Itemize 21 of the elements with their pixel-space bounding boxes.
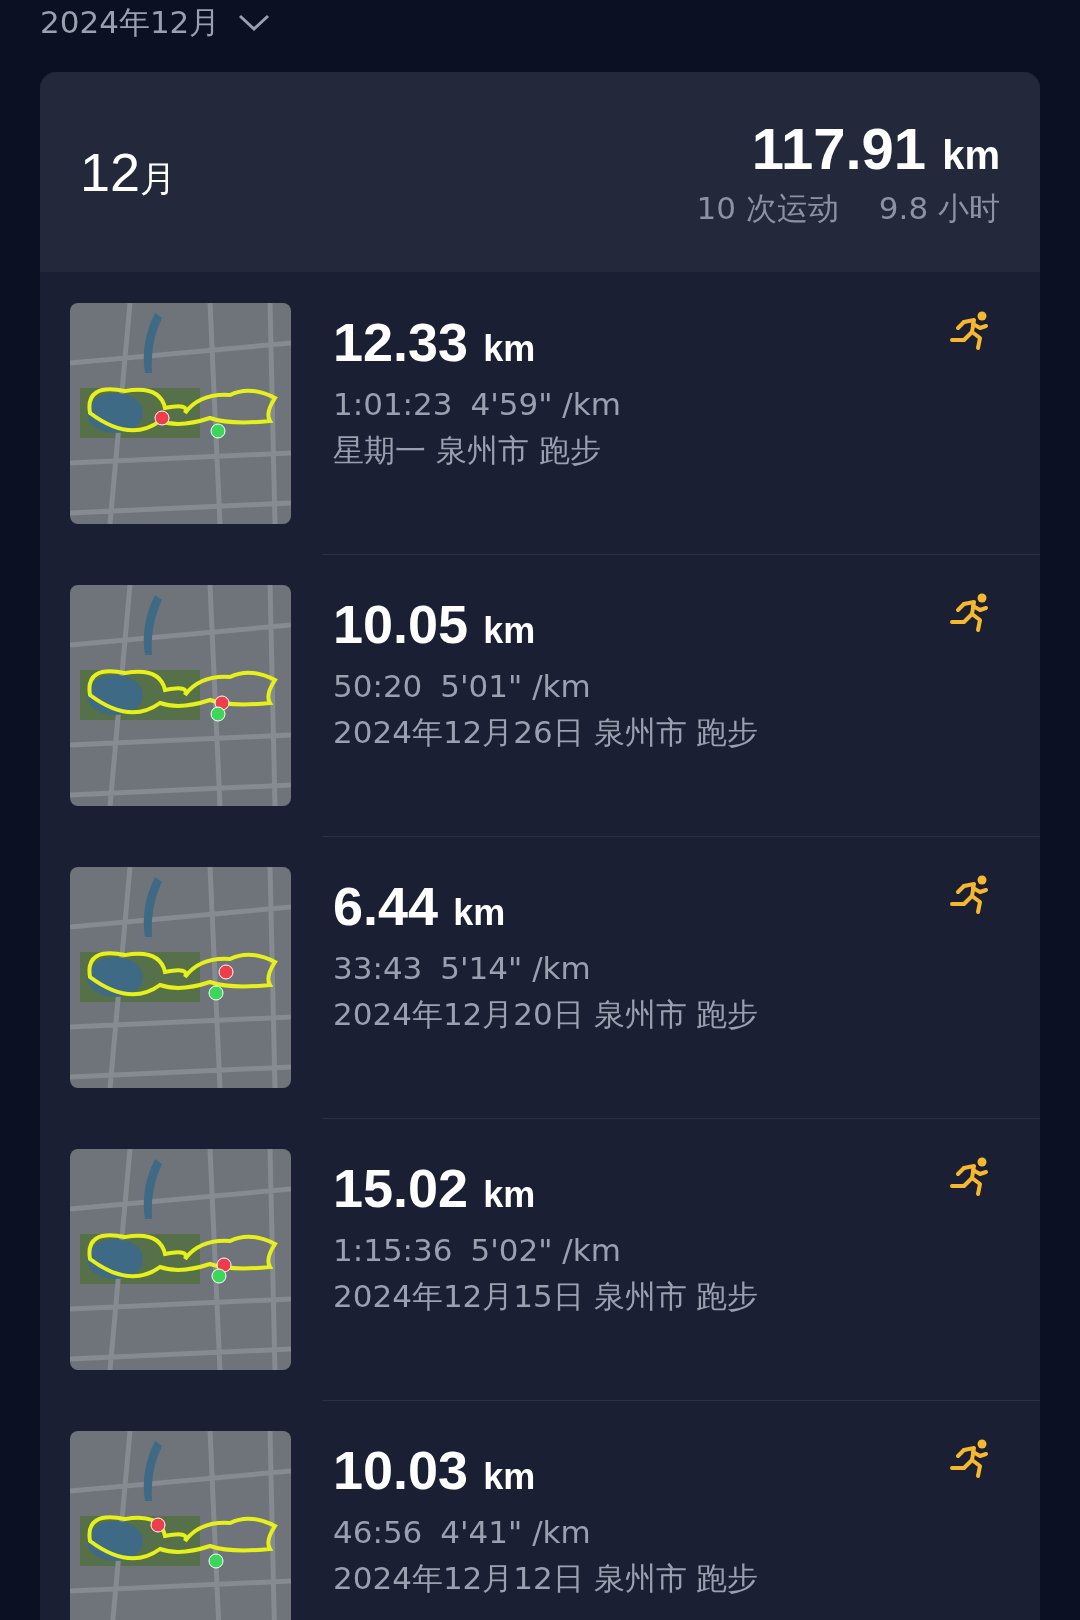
total-distance: 117.91 km (751, 114, 1000, 182)
activity-distance: 6.44 km (333, 875, 507, 938)
date-place: 2024年12月15日 泉州市 跑步 (333, 1277, 760, 1316)
duration-pace: 33:43 5'14" /km (333, 949, 592, 988)
chevron-down-icon (238, 14, 271, 32)
duration-pace: 1:15:36 5'02" /km (333, 1231, 622, 1270)
duration-pace: 1:01:23 4'59" /km (333, 385, 622, 424)
workout-count: 10 次运动 (696, 188, 839, 228)
date-place: 星期一 泉州市 跑步 (333, 431, 602, 470)
activity-distance: 10.03 km (333, 1439, 537, 1502)
activity-distance: 15.02 km (333, 1157, 537, 1220)
date-place: 2024年12月12日 泉州市 跑步 (333, 1559, 760, 1598)
activity-distance: 10.05 km (333, 593, 537, 656)
month-picker[interactable]: 2024年12月 (40, 2, 271, 44)
activity-distance: 12.33 km (333, 311, 537, 374)
duration-pace: 46:56 4'41" /km (333, 1513, 592, 1552)
date-place: 2024年12月26日 泉州市 跑步 (333, 713, 760, 752)
duration-pace: 50:20 5'01" /km (333, 667, 592, 706)
month-label: 12月 (80, 140, 177, 204)
date-place: 2024年12月20日 泉州市 跑步 (333, 995, 760, 1034)
total-duration: 9.8 小时 (878, 188, 1000, 228)
